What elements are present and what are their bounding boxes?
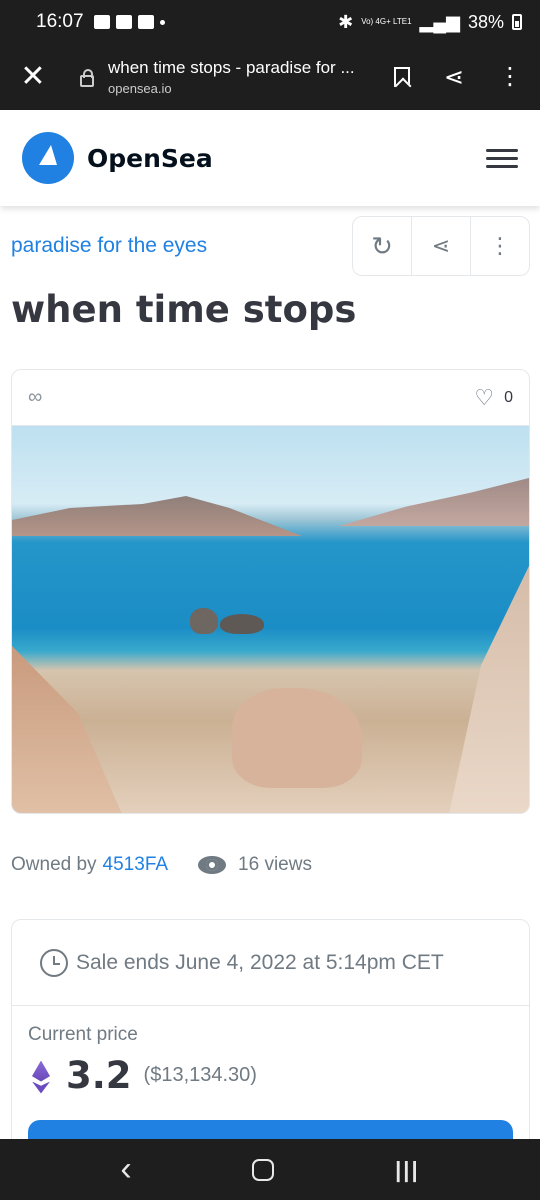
price-row: 3.2 ($13,134.30)	[28, 1054, 513, 1097]
refresh-icon: ↻	[371, 230, 393, 261]
media-card-header: ∞ ♡ 0	[12, 370, 529, 426]
more-button[interactable]: ⋮	[470, 217, 529, 275]
browser-actions: ⋖ ⋮	[393, 63, 522, 92]
battery-percent: 38%	[467, 11, 504, 32]
brand-name[interactable]: OpenSea	[87, 144, 213, 173]
collection-link[interactable]: paradise for the eyes	[11, 234, 207, 258]
share-button[interactable]: ⋖	[411, 217, 470, 275]
status-time: 16:07	[36, 11, 84, 32]
opensea-logo-icon[interactable]	[22, 132, 74, 184]
media-card: ∞ ♡ 0	[11, 369, 530, 814]
share-icon: ⋖	[431, 233, 451, 258]
status-bar: 16:07 ✱ Vo) 4G+ LTE1 ▂▄▆ 38%	[0, 0, 540, 44]
price-usd: ($13,134.30)	[143, 1064, 257, 1086]
refresh-button[interactable]: ↻	[353, 217, 411, 275]
notification-icons	[93, 15, 165, 29]
views-eye-icon	[198, 856, 227, 874]
owner-link[interactable]: 4513FA	[103, 854, 169, 876]
owned-by-label: Owned by	[11, 854, 97, 875]
browser-toolbar: ✕ when time stops - paradise for ... ope…	[0, 44, 540, 110]
bluetooth-icon: ✱	[338, 11, 354, 32]
polygon-chain-icon: ∞	[28, 386, 43, 408]
page-title: when time stops - paradise for ...	[108, 58, 355, 77]
nft-image[interactable]	[12, 426, 529, 813]
more-notifications-icon	[159, 19, 165, 25]
price-value: 3.2	[66, 1054, 132, 1097]
trade-card: Sale ends June 4, 2022 at 5:14pm CET Cur…	[11, 919, 530, 1159]
browser-menu-icon[interactable]: ⋮	[498, 65, 522, 89]
lock-icon[interactable]	[80, 69, 94, 87]
message-icon	[115, 15, 132, 29]
home-icon[interactable]	[252, 1158, 275, 1181]
sale-end-text: Sale ends June 4, 2022 at 5:14pm CET	[76, 950, 444, 974]
bookmark-icon[interactable]	[393, 67, 410, 87]
back-icon[interactable]: ‹	[120, 1150, 131, 1189]
site-header: OpenSea	[0, 110, 540, 206]
sea-rock	[220, 614, 264, 634]
heart-icon: ♡	[474, 384, 495, 410]
mountain-left	[12, 496, 302, 536]
share-icon[interactable]: ⋖	[444, 63, 464, 92]
status-indicators: ✱ Vo) 4G+ LTE1 ▂▄▆ 38%	[338, 12, 522, 33]
clock-icon	[40, 948, 68, 977]
current-price-label: Current price	[28, 1024, 138, 1045]
cliff-left	[12, 646, 122, 813]
page-domain: opensea.io	[108, 81, 172, 96]
close-tab-icon[interactable]: ✕	[18, 62, 48, 92]
item-title: when time stops	[11, 288, 357, 331]
mountain-right	[339, 478, 529, 526]
hamburger-menu-icon[interactable]	[486, 144, 518, 173]
more-options-icon: ⋮	[489, 233, 511, 258]
network-indicator: Vo) 4G+ LTE1	[361, 17, 412, 26]
youtube-icon	[137, 15, 154, 29]
owner-row: Owned by 4513FA 16 views	[11, 854, 312, 876]
view-count: 16 views	[238, 854, 312, 875]
cliff-right	[449, 566, 529, 813]
boulder	[232, 688, 362, 788]
signal-icon: ▂▄▆	[419, 11, 460, 32]
battery-icon	[512, 14, 522, 30]
system-nav-bar: ‹ |||	[0, 1139, 540, 1200]
favorite-count: 0	[504, 388, 513, 406]
gallery-icon	[93, 15, 110, 29]
url-bar[interactable]: when time stops - paradise for ... opens…	[108, 58, 360, 96]
recent-apps-icon[interactable]: |||	[395, 1157, 419, 1183]
item-actions: ↻ ⋖ ⋮	[352, 216, 530, 276]
favorite-button[interactable]: ♡ 0	[474, 385, 513, 411]
price-area: Current price 3.2 ($13,134.30)	[12, 1006, 529, 1097]
sea-rock	[190, 608, 218, 634]
sale-end-row: Sale ends June 4, 2022 at 5:14pm CET	[12, 920, 529, 1006]
